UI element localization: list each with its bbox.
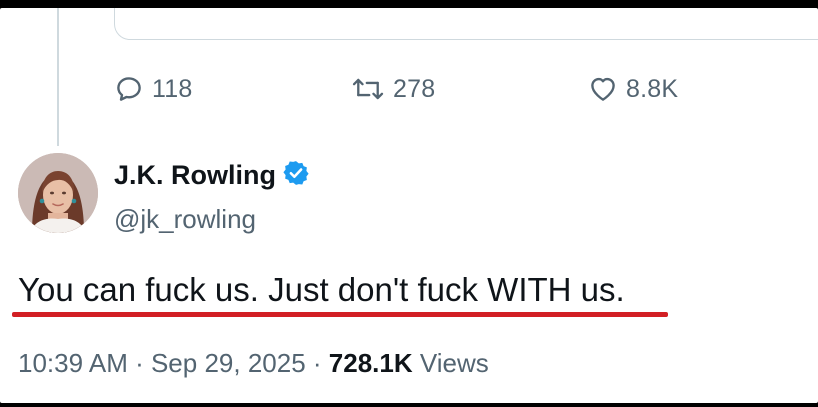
author-handle[interactable]: @jk_rowling [114, 204, 256, 235]
quoted-tweet-card[interactable] [114, 8, 818, 40]
tweet-author: J.K. Rowling @jk_rowling [18, 153, 518, 235]
tweet-page: 118 278 8.8K J.K. Rowling @jk_rowling Yo… [0, 8, 818, 403]
red-underline-annotation [12, 312, 668, 317]
views-label: Views [412, 348, 489, 378]
tweet-meta: 10:39 AM · Sep 29, 2025 · 728.1K Views [18, 348, 489, 379]
retweet-count: 278 [393, 74, 436, 103]
heart-icon [588, 74, 618, 104]
tweet-action-bar: 118 278 8.8K [0, 70, 818, 110]
meta-separator: · [305, 348, 329, 378]
like-button[interactable]: 8.8K [588, 74, 678, 104]
author-display-name[interactable]: J.K. Rowling [114, 160, 276, 191]
meta-separator: · [127, 348, 151, 378]
views-count: 728.1K [328, 348, 413, 378]
reply-button[interactable]: 118 [114, 74, 192, 104]
tweet-text: You can fuck us. Just don't fuck WITH us… [18, 271, 625, 308]
tweet-date[interactable]: Sep 29, 2025 [151, 348, 306, 378]
reply-count: 118 [152, 74, 193, 103]
verified-badge-icon [282, 159, 310, 192]
tweet-time[interactable]: 10:39 AM [18, 348, 128, 378]
reply-icon [114, 74, 144, 104]
retweet-button[interactable]: 278 [351, 74, 435, 104]
like-count: 8.8K [626, 74, 679, 103]
avatar[interactable] [18, 153, 98, 233]
retweet-icon [351, 74, 385, 104]
author-name-row: J.K. Rowling [114, 159, 310, 192]
